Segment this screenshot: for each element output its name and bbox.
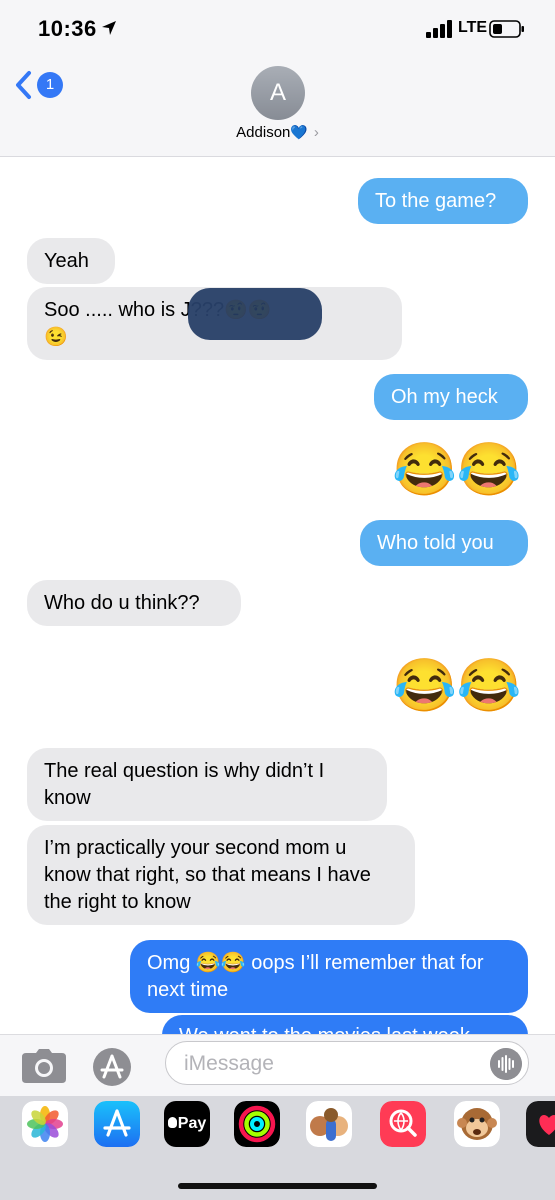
contact-name-button[interactable]: Addison💙 ›: [0, 124, 555, 141]
camera-icon[interactable]: [22, 1049, 66, 1083]
incoming-message[interactable]: Yeah: [27, 238, 115, 284]
audio-message-icon[interactable]: [490, 1048, 522, 1080]
status-time: 10:36: [38, 16, 97, 41]
outgoing-message[interactable]: Omg 😂😂 oops I’ll remember that for next …: [130, 940, 528, 1013]
contact-avatar[interactable]: A: [251, 66, 305, 120]
battery-icon: [489, 20, 524, 38]
home-indicator[interactable]: [178, 1183, 377, 1189]
back-chevron-icon: [16, 71, 31, 99]
search-images-app-icon[interactable]: [380, 1101, 426, 1147]
location-arrow-icon: [102, 21, 116, 35]
message-field[interactable]: [165, 1041, 529, 1085]
outgoing-message[interactable]: Who told you: [360, 520, 528, 566]
network-type: LTE: [458, 19, 488, 36]
photos-app-icon[interactable]: [22, 1101, 68, 1147]
apple-logo-icon: [167, 1117, 177, 1128]
status-bar: 10:36 LTE: [0, 0, 555, 60]
outgoing-message[interactable]: To the game?: [358, 178, 528, 224]
app-store-app-icon[interactable]: [94, 1101, 140, 1147]
outgoing-message[interactable]: Oh my heck: [374, 374, 528, 420]
message-input[interactable]: [182, 1051, 486, 1077]
outgoing-emoji-message[interactable]: 😂😂: [392, 656, 522, 716]
wink-emoji: 😉: [44, 327, 68, 348]
memoji-app-icon[interactable]: [306, 1101, 352, 1147]
animoji-app-icon[interactable]: [454, 1101, 500, 1147]
apple-pay-app-icon[interactable]: Pay: [164, 1101, 210, 1147]
app-drawer: Pay: [0, 1096, 555, 1200]
activity-app-icon[interactable]: [234, 1101, 280, 1147]
outgoing-emoji-message[interactable]: 😂😂: [392, 440, 522, 500]
unread-count-badge: 1: [37, 72, 63, 98]
message-text: Soo ..... who is J: [44, 299, 191, 321]
apple-pay-label: Pay: [177, 1115, 207, 1132]
incoming-message[interactable]: The real question is why didn’t I know: [27, 748, 387, 821]
blue-heart-emoji: 💙: [290, 124, 308, 140]
incoming-message[interactable]: I’m practically your second mom u know t…: [27, 825, 415, 925]
app-store-icon[interactable]: [92, 1047, 132, 1087]
contact-name: Addison: [236, 124, 291, 141]
scribble-redaction: [188, 288, 322, 340]
incoming-message[interactable]: Who do u think??: [27, 580, 241, 626]
digital-touch-app-icon[interactable]: [526, 1101, 555, 1147]
signal-bars-icon: [426, 20, 452, 38]
chevron-right-icon: ›: [313, 124, 319, 141]
compose-bar: [0, 1034, 555, 1097]
